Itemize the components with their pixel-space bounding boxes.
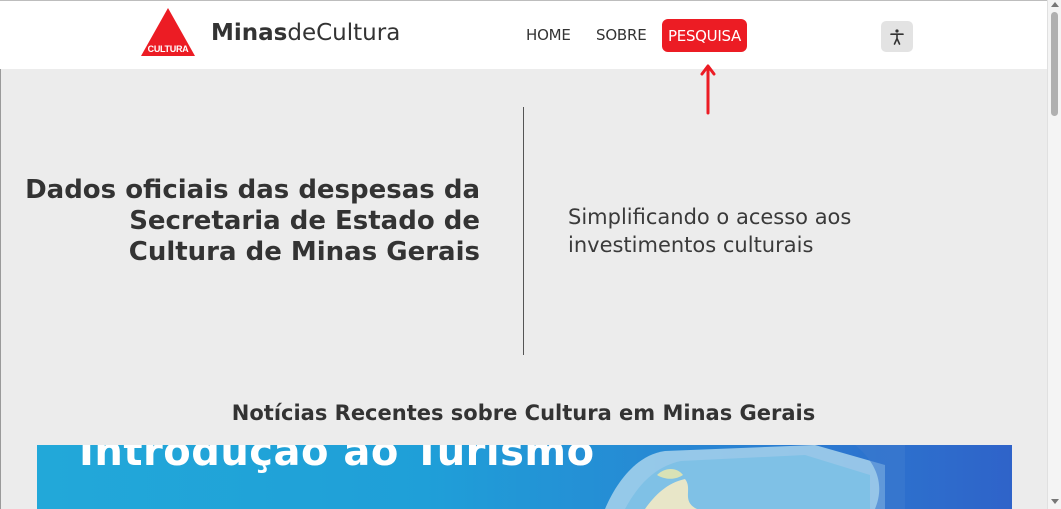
news-banner[interactable]: Introdução ao Turismo (37, 445, 1012, 509)
site-logo-icon[interactable]: CULTURA (140, 7, 196, 57)
brand-regular: deCultura (287, 20, 401, 46)
accessibility-icon (890, 28, 904, 45)
brand-name[interactable]: MinasdeCultura (211, 20, 400, 46)
page-scrollbar[interactable] (1047, 0, 1061, 509)
hero-divider (523, 107, 524, 355)
hero-title: Dados oficiais das despesas da Secretari… (25, 175, 480, 267)
hero-tagline: Simplificando o acesso aos investimentos… (568, 205, 852, 257)
news-heading: Notícias Recentes sobre Cultura em Minas… (231, 401, 816, 425)
news-banner-title: Introdução ao Turismo (79, 445, 595, 475)
scroll-thumb[interactable] (1051, 12, 1058, 116)
nav-sobre-link[interactable]: SOBRE (596, 26, 647, 44)
nav-home-link[interactable]: HOME (526, 26, 571, 44)
brand-bold: Minas (211, 20, 288, 46)
scroll-up-icon[interactable] (1051, 2, 1059, 7)
scroll-down-icon[interactable] (1051, 499, 1059, 504)
logo-text: CULTURA (148, 44, 190, 54)
annotation-arrow-icon (700, 64, 716, 115)
nav-pesquisa-button[interactable]: PESQUISA (662, 19, 747, 52)
accessibility-button[interactable] (881, 21, 913, 52)
map-illustration-icon (605, 445, 905, 509)
site-header: CULTURA MinasdeCultura HOME SOBRE PESQUI… (0, 0, 1047, 69)
